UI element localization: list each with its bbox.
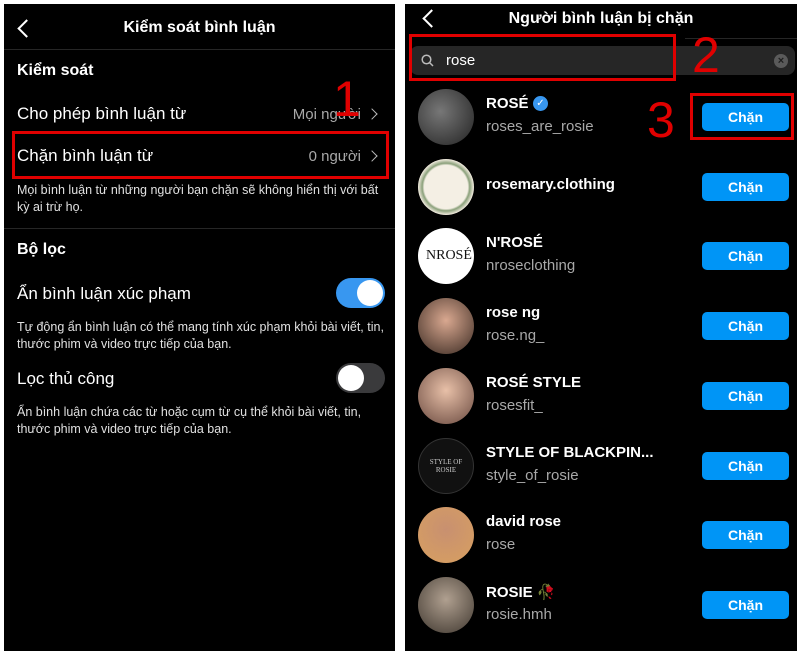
manual-filter-label: Lọc thủ công: [17, 369, 115, 388]
avatar[interactable]: [418, 507, 474, 564]
section-heading-control: Kiểm soát: [17, 62, 94, 79]
block-description: Mọi bình luận từ những người bạn chặn sẽ…: [17, 183, 379, 214]
username[interactable]: rose ng: [486, 304, 540, 321]
annotation-highlight-box: [690, 93, 794, 140]
block-button[interactable]: Chặn: [702, 451, 789, 480]
block-button[interactable]: Chặn: [702, 172, 789, 201]
list-item: ROSIE 🥀 rosie.hmh Chặn: [405, 571, 797, 640]
allow-from-label: Cho phép bình luận từ: [17, 104, 187, 123]
user-handle: style_of_rosie: [486, 466, 579, 484]
avatar[interactable]: NROSÉ: [418, 228, 474, 285]
user-handle: nroseclothing: [486, 257, 576, 275]
avatar[interactable]: [418, 576, 474, 633]
chevron-right-icon: [366, 108, 378, 120]
list-item: STYLE OF ROSIE STYLE OF BLACKPIN... styl…: [405, 432, 797, 501]
block-button[interactable]: Chặn: [702, 521, 789, 550]
manual-filter-toggle[interactable]: [336, 363, 385, 393]
avatar[interactable]: [418, 89, 474, 145]
annotation-number: 2: [692, 27, 720, 83]
page-title: Kiểm soát bình luận: [123, 19, 276, 36]
username[interactable]: ROSÉ STYLE: [486, 374, 581, 391]
hide-offensive-label: Ẩn bình luận xúc phạm: [17, 284, 191, 303]
avatar-text: STYLE OF ROSIE: [429, 457, 463, 474]
avatar[interactable]: [418, 367, 474, 424]
hide-offensive-description: Tự động ẩn bình luận có thể mang tính xú…: [17, 320, 384, 351]
username[interactable]: david rose: [486, 513, 561, 530]
avatar[interactable]: STYLE OF ROSIE: [418, 437, 474, 494]
list-item: david rose rose Chặn: [405, 501, 797, 570]
annotation-highlight-box: [409, 34, 676, 81]
avatar[interactable]: [418, 298, 474, 355]
list-item: rose ng rose.ng_ Chặn: [405, 292, 797, 361]
user-handle: roses_are_rosie: [486, 118, 594, 135]
user-handle: rose.ng_: [486, 327, 545, 345]
list-item: NROSÉ N'ROSÉ nroseclothing Chặn: [405, 222, 797, 291]
list-item: ROSÉ STYLE rosesfit_ Chặn: [405, 362, 797, 431]
hide-offensive-toggle[interactable]: [336, 278, 385, 308]
section-heading-filter: Bộ lọc: [17, 241, 66, 258]
comment-controls-screen: Kiểm soát bình luận Kiểm soát Cho phép b…: [4, 4, 395, 651]
block-button[interactable]: Chặn: [702, 381, 789, 410]
avatar-text: NROSÉ: [426, 248, 472, 264]
clear-search-icon[interactable]: ×: [774, 54, 788, 68]
username[interactable]: STYLE OF BLACKPIN...: [486, 444, 654, 461]
block-button[interactable]: Chặn: [702, 590, 789, 619]
page-title: Người bình luận bị chặn: [508, 10, 694, 27]
block-button[interactable]: Chặn: [702, 242, 789, 271]
block-button[interactable]: Chặn: [702, 312, 789, 341]
username[interactable]: rosemary.clothing: [486, 176, 615, 193]
avatar[interactable]: [418, 158, 474, 215]
username[interactable]: N'ROSÉ: [486, 234, 543, 251]
user-handle: rosesfit_: [486, 396, 543, 414]
username[interactable]: ROSÉ: [486, 95, 529, 112]
verified-badge-icon: ✓: [533, 96, 548, 111]
blocked-commenters-screen: Người bình luận bị chặn rose × 2 3 ROSÉ …: [405, 4, 797, 651]
user-handle: rose: [486, 536, 516, 554]
username[interactable]: ROSIE 🥀: [486, 583, 556, 601]
manual-filter-description: Ẩn bình luận chứa các từ hoặc cụm từ cụ …: [17, 405, 362, 436]
annotation-number: 1: [333, 71, 361, 127]
annotation-highlight-box: [12, 131, 389, 179]
user-handle: rosie.hmh: [486, 605, 552, 623]
list-item: rosemary.clothing Chặn: [405, 153, 797, 222]
